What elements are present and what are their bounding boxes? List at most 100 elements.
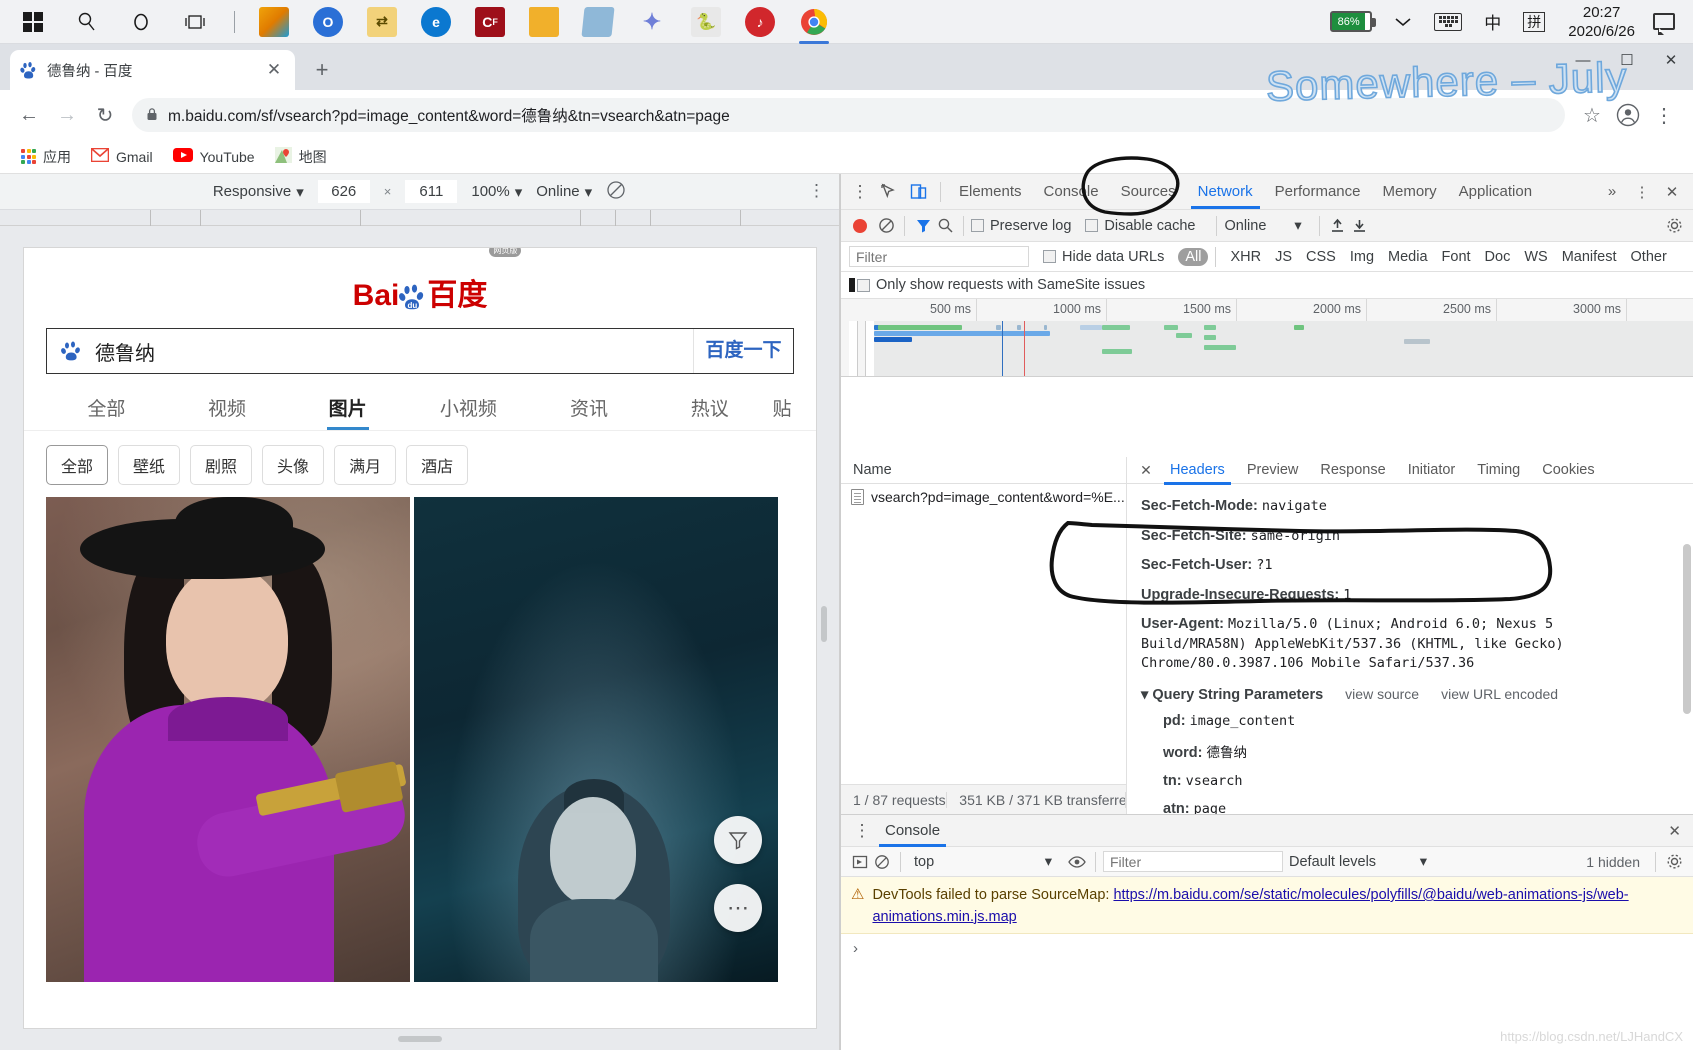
network-overview-chart[interactable]: 500 ms 1000 ms 1500 ms 2000 ms 2500 ms 3… (841, 299, 1693, 377)
mobile-viewport[interactable]: Bai du 百度 网页版 德鲁纳 百度一下 全部 视频 图片 小视频 资讯 热… (24, 248, 816, 1028)
chip-wallpaper[interactable]: 壁纸 (118, 445, 181, 485)
query-string-section-title[interactable]: ▾ Query String Parameters view source vi… (1141, 679, 1693, 707)
export-har-icon[interactable] (1349, 218, 1371, 233)
zoom-selector[interactable]: 100% ▾ (471, 183, 522, 201)
search-icon[interactable] (934, 217, 956, 234)
viewport-resize-handle-bottom[interactable] (397, 1036, 442, 1042)
console-clear-icon[interactable] (871, 854, 893, 870)
bookmark-gmail[interactable]: Gmail (84, 145, 160, 168)
cf-app-icon[interactable]: CF (465, 0, 515, 44)
drawer-kebab-icon[interactable]: ⋮ (849, 821, 875, 841)
drawer-tab-console[interactable]: Console (875, 816, 950, 847)
details-scrollbar[interactable] (1683, 514, 1691, 808)
filter-type-manifest[interactable]: Manifest (1555, 248, 1624, 266)
console-levels-selector[interactable]: Default levels ▾ (1283, 854, 1433, 870)
tab-network[interactable]: Network (1187, 176, 1264, 209)
console-prompt[interactable]: › (841, 934, 1693, 963)
task-view-icon[interactable] (170, 0, 220, 44)
close-window-button[interactable]: ✕ (1649, 44, 1693, 76)
file-explorer-icon[interactable] (519, 0, 569, 44)
detail-tab-headers[interactable]: Headers (1159, 457, 1236, 485)
detail-tab-preview[interactable]: Preview (1236, 457, 1310, 484)
search-input-area[interactable]: 德鲁纳 (47, 337, 693, 366)
funnel-icon[interactable] (912, 217, 934, 234)
table-row[interactable]: vsearch?pd=image_content&word=%E... (841, 484, 1126, 510)
disable-cache-checkbox[interactable]: Disable cache (1085, 218, 1195, 234)
image-result-2[interactable]: ⋯ (414, 497, 778, 982)
device-more-button[interactable]: ⋮ (808, 181, 825, 201)
inspect-cursor-icon[interactable] (873, 177, 903, 207)
back-button[interactable]: ← (12, 98, 46, 132)
requests-column-header[interactable]: Name (841, 457, 1126, 484)
bookmark-youtube[interactable]: YouTube (166, 145, 262, 168)
show-hidden-icons-chevron[interactable] (1383, 0, 1423, 44)
tab-video[interactable]: 视频 (167, 384, 288, 430)
gear-icon[interactable] (1663, 853, 1685, 870)
import-har-icon[interactable] (1327, 218, 1349, 233)
minimize-button[interactable]: — (1561, 44, 1605, 76)
baidu-search-box[interactable]: 德鲁纳 百度一下 (46, 328, 794, 374)
view-source-link[interactable]: view source (1345, 686, 1419, 702)
tab-tieba[interactable]: 贴 (770, 384, 794, 430)
filter-type-xhr[interactable]: XHR (1223, 248, 1268, 266)
search-icon[interactable] (62, 0, 112, 44)
more-fab-button[interactable]: ⋯ (714, 884, 762, 932)
device-width-input[interactable] (317, 180, 370, 203)
tab-console[interactable]: Console (1033, 176, 1110, 208)
new-tab-button[interactable]: + (307, 55, 337, 85)
device-toolbar-icon[interactable] (903, 177, 933, 207)
network-throttling-selector[interactable]: Online ▾ (1224, 218, 1301, 234)
chip-hotel[interactable]: 酒店 (406, 445, 469, 485)
maximize-button[interactable]: ☐ (1605, 44, 1649, 76)
cortana-icon[interactable] (116, 0, 166, 44)
scrollbar-thumb[interactable] (1683, 544, 1691, 714)
office-icon[interactable] (249, 0, 299, 44)
tab-short-video[interactable]: 小视频 (408, 384, 529, 430)
view-url-encoded-link[interactable]: view URL encoded (1441, 686, 1558, 702)
hidden-messages-count[interactable]: 1 hidden (1586, 854, 1648, 870)
bookmark-apps[interactable]: 应用 (14, 144, 78, 170)
clock[interactable]: 20:27 2020/6/26 (1556, 3, 1647, 41)
chip-stills[interactable]: 剧照 (190, 445, 253, 485)
notification-center-icon[interactable] (1653, 13, 1675, 35)
console-execute-icon[interactable] (849, 854, 871, 870)
tab-hot[interactable]: 热议 (649, 384, 770, 430)
detail-tab-cookies[interactable]: Cookies (1531, 457, 1605, 484)
close-details-icon[interactable]: ✕ (1133, 462, 1159, 479)
devtools-close-icon[interactable]: ✕ (1657, 177, 1687, 207)
tab-application[interactable]: Application (1448, 176, 1543, 208)
devtools-more-icon[interactable]: ⋮ (1627, 177, 1657, 207)
overview-window-handle-right[interactable] (865, 321, 874, 376)
tab-performance[interactable]: Performance (1264, 176, 1372, 208)
clear-button[interactable] (875, 217, 897, 234)
close-icon[interactable]: ✕ (263, 59, 285, 81)
console-warning-message[interactable]: ⚠ DevTools failed to parse SourceMap: ht… (841, 877, 1693, 934)
forward-button[interactable]: → (50, 98, 84, 132)
chip-all[interactable]: 全部 (46, 445, 109, 485)
start-button[interactable] (8, 0, 58, 44)
reload-button[interactable]: ↻ (88, 98, 122, 132)
chrome-icon[interactable] (789, 0, 839, 44)
disclosure-triangle-icon[interactable]: ▾ (1141, 687, 1148, 703)
filter-fab-button[interactable] (714, 816, 762, 864)
thunderbird-icon[interactable]: ✦ (627, 0, 677, 44)
edge-icon[interactable]: e (411, 0, 461, 44)
samesite-checkbox[interactable] (849, 278, 855, 292)
translate-icon[interactable]: ⇄ (357, 0, 407, 44)
filter-type-other[interactable]: Other (1624, 248, 1674, 266)
eye-icon[interactable] (1066, 855, 1088, 869)
keyboard-icon[interactable] (1423, 0, 1473, 44)
filter-type-img[interactable]: Img (1343, 248, 1381, 266)
detail-tab-response[interactable]: Response (1309, 457, 1396, 484)
filter-type-media[interactable]: Media (1381, 248, 1435, 266)
devtools-kebab-icon[interactable]: ⋮ (847, 182, 873, 202)
python-icon[interactable]: 🐍 (681, 0, 731, 44)
ime-pinyin[interactable]: 拼 (1512, 0, 1556, 44)
filter-type-doc[interactable]: Doc (1478, 248, 1518, 266)
network-filter-input[interactable] (849, 246, 1029, 267)
tab-memory[interactable]: Memory (1372, 176, 1448, 208)
filter-type-font[interactable]: Font (1435, 248, 1478, 266)
notes-icon[interactable] (573, 0, 623, 44)
console-context-selector[interactable]: top ▾ (908, 854, 1058, 870)
baidu-search-button[interactable]: 百度一下 (693, 329, 793, 373)
